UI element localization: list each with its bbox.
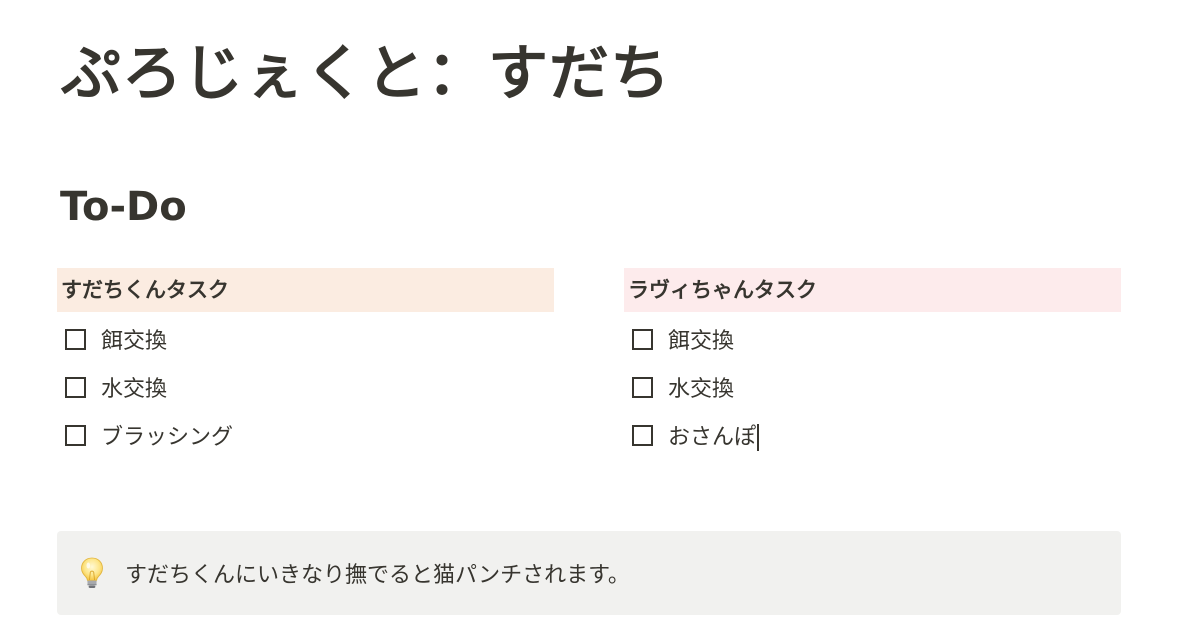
- todo-label[interactable]: 水交換: [101, 371, 167, 403]
- text-cursor: [757, 424, 759, 452]
- todo-checkbox[interactable]: [632, 328, 653, 350]
- todo-item: おさんぽ: [624, 411, 1121, 459]
- todo-list: 餌交換 水交換 おさんぽ: [624, 315, 1121, 459]
- todo-label[interactable]: 餌交換: [101, 323, 167, 355]
- todo-checkbox[interactable]: [65, 376, 86, 398]
- todo-label-editing[interactable]: おさんぽ: [668, 419, 759, 452]
- todo-label[interactable]: ブラッシング: [101, 419, 233, 451]
- todo-item: 餌交換: [57, 315, 554, 363]
- callout-text[interactable]: すだちくんにいきなり撫でると猫パンチされます。: [125, 557, 630, 589]
- todo-label-text: おさんぽ: [668, 424, 757, 450]
- lightbulb-icon[interactable]: [79, 556, 105, 590]
- todo-heading[interactable]: To-Do: [60, 182, 187, 232]
- column-header-sudachi[interactable]: すだちくんタスク: [57, 268, 554, 312]
- todo-label[interactable]: 水交換: [668, 371, 734, 403]
- todo-checkbox[interactable]: [632, 376, 653, 398]
- todo-item: 水交換: [57, 363, 554, 411]
- todo-item: 水交換: [624, 363, 1121, 411]
- ravi-task-column: ラヴィちゃんタスク 餌交換 水交換 おさんぽ: [624, 268, 1121, 459]
- todo-checkbox[interactable]: [65, 424, 86, 446]
- notion-page: ぷろじぇくと：すだち To-Do すだちくんタスク 餌交換 水交換 ブラッシング…: [57, 0, 1121, 636]
- sudachi-task-column: すだちくんタスク 餌交換 水交換 ブラッシング: [57, 268, 554, 459]
- callout-block: すだちくんにいきなり撫でると猫パンチされます。: [57, 531, 1121, 615]
- todo-list: 餌交換 水交換 ブラッシング: [57, 315, 554, 459]
- todo-item: ブラッシング: [57, 411, 554, 459]
- todo-item: 餌交換: [624, 315, 1121, 363]
- todo-checkbox[interactable]: [632, 424, 653, 446]
- todo-checkbox[interactable]: [65, 328, 86, 350]
- column-header-ravi[interactable]: ラヴィちゃんタスク: [624, 268, 1121, 312]
- page-title[interactable]: ぷろじぇくと：すだち: [61, 38, 671, 110]
- todo-label[interactable]: 餌交換: [668, 323, 734, 355]
